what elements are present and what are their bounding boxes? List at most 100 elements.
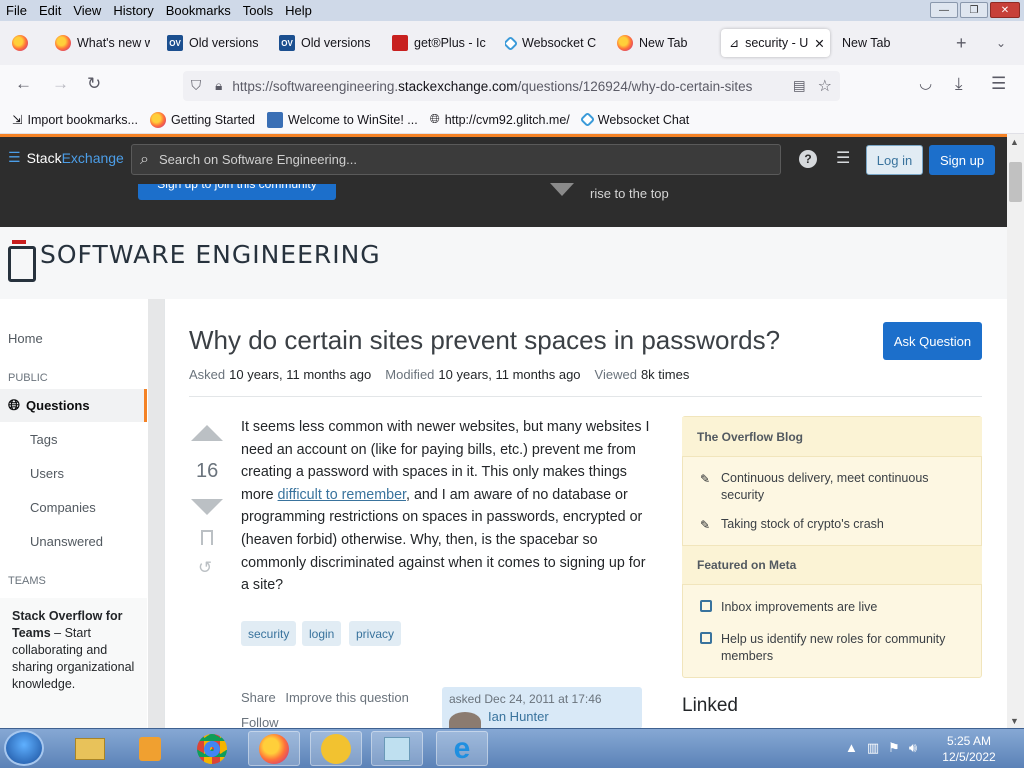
nav-home[interactable]: Home	[8, 331, 43, 346]
menu-tools[interactable]: Tools	[237, 3, 279, 18]
tag-privacy[interactable]: privacy	[349, 621, 402, 646]
firefox-taskbar-icon[interactable]	[248, 731, 300, 766]
tab-label: Old versions	[301, 36, 371, 50]
upvote-arrow-icon[interactable]	[191, 425, 223, 441]
notepad-icon[interactable]	[371, 731, 423, 766]
login-button[interactable]: Log in	[866, 145, 923, 175]
bookmark-star-icon[interactable]: ☆	[818, 76, 832, 96]
asked-timestamp[interactable]: asked Dec 24, 2011 at 17:46	[449, 692, 602, 706]
new-tab-plus-icon[interactable]: +	[956, 29, 967, 57]
help-icon[interactable]: ?	[799, 150, 817, 168]
bookmark-icon[interactable]	[201, 530, 213, 545]
reload-icon[interactable]: ↻	[87, 74, 101, 94]
action-center-icon[interactable]: ⚑	[888, 740, 900, 756]
meta-item-1[interactable]: Inbox improvements are live	[721, 599, 961, 616]
reader-view-icon[interactable]: ▤	[793, 78, 806, 94]
scroll-down-icon[interactable]: ▼	[1010, 716, 1019, 726]
explorer-icon[interactable]	[64, 731, 116, 766]
steam-icon	[12, 240, 26, 244]
site-title[interactable]: SOFTWARE ENGINEERING	[40, 240, 381, 269]
list-tabs-chevron-icon[interactable]: ⌄	[996, 29, 1006, 57]
clock-time: 5:25 AM	[946, 734, 992, 748]
tray-expand-icon[interactable]: ▲	[845, 740, 858, 756]
question-title[interactable]: Why do certain sites prevent spaces in p…	[189, 325, 780, 356]
start-button[interactable]	[4, 730, 44, 766]
menu-file[interactable]: File	[0, 3, 33, 18]
tab-new-tab[interactable]: New Tab	[617, 29, 712, 57]
tab-security-active[interactable]: ⊿ security - U ✕	[721, 29, 830, 57]
network-icon[interactable]: ▥	[867, 740, 879, 756]
page-scrollbar[interactable]	[1007, 134, 1024, 729]
hamburger-icon[interactable]: ☰	[8, 149, 21, 166]
tab-whats-new[interactable]: What's new w	[55, 29, 150, 57]
body-link[interactable]: difficult to remember	[278, 487, 406, 503]
share-link[interactable]: Share	[241, 690, 276, 705]
menu-history[interactable]: History	[107, 3, 159, 18]
sidebar-scrollbar[interactable]	[148, 299, 164, 729]
pocket-icon[interactable]: ◡	[919, 74, 932, 92]
meta-modified-value[interactable]: 10 years, 11 months ago	[438, 367, 580, 382]
maximize-button[interactable]: ❐	[960, 2, 988, 18]
bookmark-websocket-chat[interactable]: Websocket Chat	[579, 111, 689, 128]
nav-unanswered[interactable]: Unanswered	[30, 534, 103, 549]
history-icon[interactable]: ↺	[198, 558, 212, 578]
question-body: It seems less common with newer websites…	[241, 416, 651, 597]
bookmark-winsite[interactable]: Welcome to WinSite! ...	[267, 111, 418, 128]
minimize-button[interactable]: —	[930, 2, 958, 18]
taskbar-clock[interactable]: 5:25 AM 12/5/2022	[934, 733, 1004, 765]
tab-websocket[interactable]: Websocket C	[505, 29, 600, 57]
menu-view[interactable]: View	[67, 3, 107, 18]
bookmark-glitch[interactable]: 🌐︎ http://cvm92.glitch.me/	[430, 112, 570, 127]
meta-item-2[interactable]: Help us identify new roles for community…	[721, 631, 961, 665]
improve-question-link[interactable]: Improve this question	[285, 690, 409, 705]
back-arrow-icon[interactable]: ←	[15, 74, 32, 94]
bookmark-import[interactable]: ⇲ Import bookmarks...	[12, 112, 138, 128]
media-player-icon[interactable]	[124, 731, 176, 766]
lock-icon[interactable]: 🔒︎	[215, 78, 222, 94]
banner-signup-button[interactable]: Sign up to join this community	[138, 184, 336, 200]
sites-switcher-icon[interactable]: ☰	[836, 148, 850, 168]
site-search-input[interactable]: ⌕ Search on Software Engineering...	[131, 144, 781, 175]
url-bar[interactable]: ⛉ 🔒︎ https://softwareengineering. stackex…	[183, 71, 840, 101]
page-scrollbar-thumb[interactable]	[1009, 162, 1022, 202]
meta-header: Featured on Meta	[682, 545, 982, 585]
blog-item-2[interactable]: Taking stock of crypto's crash	[721, 516, 961, 533]
tag-security[interactable]: security	[241, 621, 297, 646]
menu-bookmarks[interactable]: Bookmarks	[160, 3, 237, 18]
tab-new-tab-2[interactable]: New Tab	[842, 29, 937, 57]
menu-help[interactable]: Help	[279, 3, 318, 18]
internet-explorer-icon[interactable]: e	[436, 731, 488, 766]
tab-old-versions-1[interactable]: OV Old versions	[167, 29, 262, 57]
downvote-arrow-icon[interactable]	[191, 499, 223, 515]
stackexchange-logo[interactable]: ☰ Stack Exchange	[8, 149, 124, 166]
close-tab-icon[interactable]: ✕	[814, 36, 824, 51]
tab-old-versions-2[interactable]: OV Old versions	[279, 29, 374, 57]
hamburger-menu-icon[interactable]: ☰	[991, 74, 1006, 94]
meta-chat-icon	[700, 632, 712, 644]
doctor-app-icon[interactable]	[310, 731, 362, 766]
websocket-icon	[579, 111, 596, 128]
downvote-illustration-icon	[550, 183, 574, 196]
scroll-up-icon[interactable]: ▲	[1010, 137, 1019, 147]
shield-icon[interactable]: ⛉	[191, 78, 201, 94]
bookmark-getting-started[interactable]: Getting Started	[149, 111, 255, 128]
firefox-icon	[55, 35, 71, 51]
nav-tags[interactable]: Tags	[30, 432, 57, 447]
tag-login[interactable]: login	[302, 621, 342, 646]
ask-question-button[interactable]: Ask Question	[883, 322, 982, 360]
blog-item-1[interactable]: Continuous delivery, meet continuous sec…	[721, 470, 961, 504]
nav-companies[interactable]: Companies	[30, 500, 96, 515]
teams-promo: Stack Overflow for Teams – Start collabo…	[0, 598, 147, 728]
signup-button[interactable]: Sign up	[929, 145, 995, 175]
close-window-button[interactable]: ✕	[990, 2, 1020, 18]
nav-users[interactable]: Users	[30, 466, 64, 481]
author-name[interactable]: Ian Hunter	[488, 709, 635, 724]
volume-icon[interactable]: 🔊︎	[909, 740, 917, 756]
firefox-view-button[interactable]	[12, 29, 28, 57]
menu-edit[interactable]: Edit	[33, 3, 67, 18]
chrome-icon[interactable]	[186, 731, 238, 766]
forward-arrow-icon[interactable]: →	[52, 74, 69, 94]
download-icon[interactable]: ⤓	[955, 74, 963, 94]
tab-getplus[interactable]: get®Plus - Ic	[392, 29, 487, 57]
nav-questions[interactable]: 🌐︎ Questions	[0, 389, 147, 422]
